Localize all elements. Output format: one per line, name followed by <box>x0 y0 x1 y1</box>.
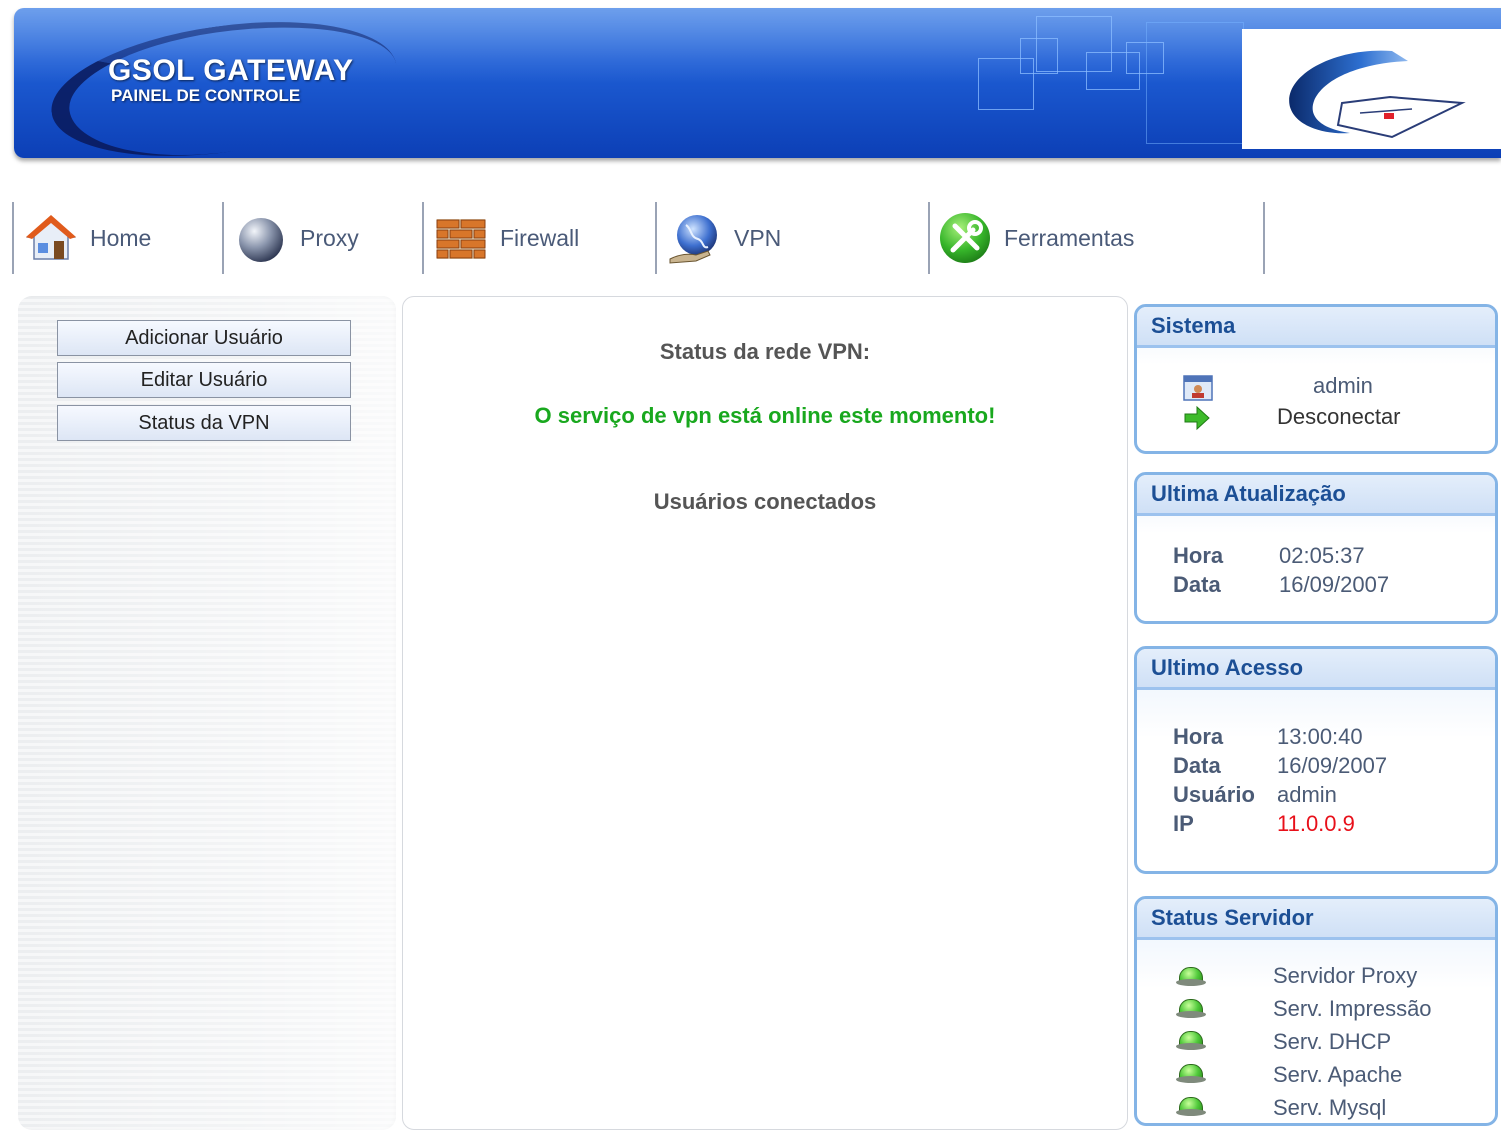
update-date-value: 16/09/2007 <box>1279 572 1390 597</box>
update-date-label: Data <box>1173 572 1221 597</box>
access-ip-value: 11.0.0.9 <box>1277 811 1355 836</box>
nav-separator <box>655 202 657 274</box>
nav-item-ferramentas[interactable]: Ferramentas <box>938 200 1134 276</box>
nav-item-vpn[interactable]: VPN <box>668 200 781 276</box>
access-user-label: Usuário <box>1173 782 1255 807</box>
nav-label-firewall: Firewall <box>500 224 580 251</box>
brick-wall-icon <box>434 211 488 265</box>
globe-sphere-icon <box>234 211 288 265</box>
add-user-button[interactable]: Adicionar Usuário <box>57 320 351 356</box>
status-led-icon <box>1176 999 1206 1018</box>
brand-title: GSOL GATEWAY <box>108 54 354 87</box>
sistema-title: Sistema <box>1137 307 1495 348</box>
decorative-square <box>1146 22 1244 144</box>
logout-link[interactable]: Desconectar <box>1277 404 1401 430</box>
ultimo-acesso-title: Ultimo Acesso <box>1137 649 1495 690</box>
access-user-value: admin <box>1277 782 1337 807</box>
vpn-status-button[interactable]: Status da VPN <box>57 405 351 441</box>
nav-label-home: Home <box>90 224 152 251</box>
ultimo-acesso-widget: Ultimo Acesso Hora 13:00:40 Data 16/09/2… <box>1134 646 1498 874</box>
logout-arrow-icon[interactable] <box>1183 405 1211 436</box>
nav-separator <box>1263 202 1265 274</box>
nav-separator <box>928 202 930 274</box>
brand-subtitle: PAINEL DE CONTROLE <box>111 86 301 105</box>
nav-label-proxy: Proxy <box>300 224 359 251</box>
access-time-label: Hora <box>1173 724 1224 749</box>
company-logo <box>1242 29 1501 149</box>
nav-label-ferramentas: Ferramentas <box>1004 224 1135 251</box>
main-content: Status da rede VPN: O serviço de vpn est… <box>402 296 1128 1130</box>
logged-user: admin <box>1313 373 1373 398</box>
server-apache-label: Serv. Apache <box>1273 1062 1403 1087</box>
header-banner: GSOL GATEWAY PAINEL DE CONTROLE <box>14 8 1501 158</box>
access-date-label: Data <box>1173 753 1221 778</box>
connected-users-title: Usuários conectados <box>653 489 877 514</box>
nav-separator <box>12 202 14 274</box>
nav-separator <box>222 202 224 274</box>
main-nav: Home Proxy Firewall VPN Ferramentas <box>0 200 1501 276</box>
access-time-value: 13:00:40 <box>1277 724 1363 749</box>
access-ip-label: IP <box>1173 811 1194 836</box>
server-proxy-label: Servidor Proxy <box>1273 963 1418 988</box>
status-led-icon <box>1176 1031 1206 1050</box>
nav-item-proxy[interactable]: Proxy <box>234 200 359 276</box>
ultima-atualizacao-widget: Ultima Atualização Hora 02:05:37 Data 16… <box>1134 472 1498 624</box>
nav-label-vpn: VPN <box>734 224 782 251</box>
nav-separator <box>422 202 424 274</box>
server-dhcp-label: Serv. DHCP <box>1273 1029 1392 1054</box>
vpn-globe-icon <box>668 211 722 265</box>
nav-item-firewall[interactable]: Firewall <box>434 200 579 276</box>
update-time-value: 02:05:37 <box>1279 543 1365 568</box>
access-date-value: 16/09/2007 <box>1277 753 1388 778</box>
tools-icon <box>938 211 992 265</box>
vpn-status-message: O serviço de vpn está online este moment… <box>534 403 996 428</box>
gsol-logo-icon <box>1289 50 1466 139</box>
vpn-status-title: Status da rede VPN: <box>659 339 871 364</box>
status-servidor-title: Status Servidor <box>1137 899 1495 940</box>
status-led-icon <box>1176 967 1206 986</box>
nav-item-home[interactable]: Home <box>24 200 151 276</box>
user-card-icon <box>1183 375 1213 406</box>
sistema-widget: Sistema admin Desconectar <box>1134 304 1498 454</box>
ultima-atualizacao-title: Ultima Atualização <box>1137 475 1495 516</box>
status-led-icon <box>1176 1064 1206 1083</box>
server-print-label: Serv. Impressão <box>1273 996 1432 1021</box>
server-mysql-label: Serv. Mysql <box>1273 1095 1387 1120</box>
update-time-label: Hora <box>1173 543 1224 568</box>
status-led-icon <box>1176 1097 1206 1116</box>
edit-user-button[interactable]: Editar Usuário <box>57 362 351 398</box>
home-icon <box>24 211 78 265</box>
status-servidor-widget: Status Servidor Servidor Proxy Serv. Imp… <box>1134 896 1498 1126</box>
